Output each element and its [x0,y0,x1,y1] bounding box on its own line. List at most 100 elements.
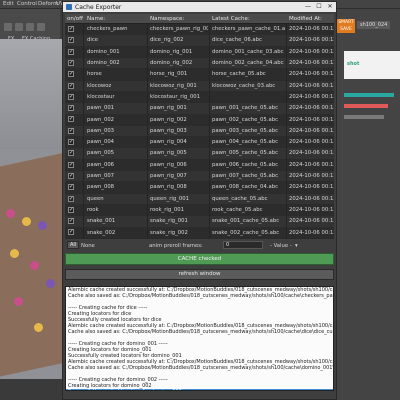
row-modified-at: 2024-10-06 00:12:46 [289,37,334,44]
row-namespace: pawn_rig_005 [150,150,187,157]
menu-control[interactable]: Control [17,1,37,7]
row-checkbox[interactable]: ✓ [68,161,74,168]
row-name: pawn_005 [87,150,115,157]
table-row[interactable]: ✓ klocowoz klocowoz_rig_001 klocowoz_cache_… [65,80,334,91]
row-namespace: horse_rig_001 [150,71,188,78]
row-namespace: pawn_rig_006 [150,161,187,168]
column-header-onoff[interactable]: on/off [67,16,83,22]
row-checkbox[interactable]: ✓ [68,26,74,32]
menu-edit[interactable]: Edit [3,1,14,7]
anim-preroll-input[interactable]: 0 [223,241,263,249]
row-namespace: dice_rig_002 [150,37,184,44]
row-namespace: queen_rig_001 [150,195,190,202]
row-latest-cache: queen_cache_05.abc [212,195,268,202]
window-titlebar[interactable]: Cache Exporter — ☐ ✕ [63,2,336,12]
row-checkbox[interactable]: ✓ [68,150,74,157]
column-header-latest-cache[interactable]: Latest Cache: [212,16,250,22]
table-row[interactable]: ✓ horse horse_rig_001 horse_cache_05.abc 202… [65,69,334,80]
row-checkbox[interactable]: ✓ [68,218,74,225]
row-name: domino_001 [87,48,120,55]
row-checkbox[interactable]: ✓ [68,37,74,44]
refresh-window-button[interactable]: refresh window [65,269,334,280]
row-name: klocostaur [87,93,115,100]
cache-checked-button[interactable]: CACHE checked [65,253,334,265]
row-checkbox[interactable]: ✓ [68,48,74,55]
row-modified-at: 2024-10-06 00:13:04 [289,116,334,123]
row-name: rook [87,206,99,213]
row-checkbox[interactable]: ✓ [68,139,74,145]
row-modified-at: 2024-10-06 00:13:18 [289,206,334,213]
row-namespace: klocowoz_rig_001 [150,82,197,89]
output-log[interactable]: Alembic cache created successfully at: C… [65,286,334,391]
row-checkbox[interactable]: ✓ [68,172,74,179]
table-row[interactable]: ✓ snake_002 snake_rig_002 snake_002_cache_0… [65,227,334,238]
board-tile [6,209,15,218]
row-name: pawn_003 [87,127,115,134]
row-name: horse [87,71,102,78]
shelf-tool-icon[interactable] [26,23,34,31]
table-row[interactable]: ✓ pawn_002 pawn_rig_002 pawn_002_cache_05.a… [65,114,334,125]
row-modified-at: 2024-10-06 00:12:49 [289,60,334,67]
column-divider [209,24,210,239]
maya-app-icon [66,4,72,10]
table-header: on/off Name: Namespace: Latest Cache: Mo… [65,14,334,24]
select-none-button[interactable]: None [81,243,95,249]
table-row[interactable]: ✓ checkers_pawn checkers_pawn_rig_001 check… [65,24,334,35]
chevron-down-icon[interactable]: ▾ [295,243,298,249]
row-modified-at: 2024-10-06 00:12:59 [289,71,334,78]
board-tile [34,323,43,332]
row-latest-cache: pawn_008_cache_04.abc [212,184,278,191]
row-name: pawn_007 [87,173,115,180]
row-checkbox[interactable]: ✓ [68,59,74,66]
row-latest-cache: pawn_001_cache_05.abc [212,105,278,112]
board-tile [14,297,23,306]
select-all-button[interactable]: All [67,241,80,249]
table-row[interactable]: ✓ pawn_007 pawn_rig_007 pawn_007_cache_05.a… [65,170,334,182]
row-checkbox[interactable]: ✓ [68,229,74,236]
shelf-tool-icon[interactable] [15,23,23,31]
table-row[interactable]: ✓ klocostaur klocostaur_rig_001 2024-10-06 … [65,91,334,103]
scene-viewport[interactable] [0,39,62,400]
shot-tab[interactable]: sh100_024 [357,21,391,29]
table-row[interactable]: ✓ pawn_005 pawn_rig_005 pawn_005_cache_05.a… [65,148,334,159]
column-header-namespace[interactable]: Namespace: [150,16,184,22]
row-checkbox[interactable]: ✓ [68,93,74,100]
board-tile [30,261,39,270]
row-name: queen [87,195,104,202]
close-icon[interactable]: ✕ [325,3,335,11]
row-checkbox[interactable]: ✓ [68,71,74,78]
row-checkbox[interactable]: ✓ [68,116,74,123]
table-row[interactable]: ✓ queen queen_rig_001 queen_cache_05.abc 202… [65,193,334,204]
row-checkbox[interactable]: ✓ [68,206,74,213]
table-row[interactable]: ✓ pawn_004 pawn_rig_004 pawn_004_cache_05.a… [65,137,334,148]
row-checkbox[interactable]: ✓ [68,184,74,191]
row-checkbox[interactable]: ✓ [68,195,74,202]
column-header-modified-at[interactable]: Modified At: [289,16,322,22]
row-checkbox[interactable]: ✓ [68,127,74,134]
value-dropdown[interactable]: - Value - [270,243,292,249]
maximize-icon[interactable]: ☐ [314,3,324,11]
row-modified-at: 2024-10-06 00:13:01 [289,93,334,100]
row-checkbox[interactable]: ✓ [68,82,74,89]
table-row[interactable]: ✓ pawn_003 pawn_rig_003 pawn_003_cache_05.a… [65,125,334,137]
row-name: snake_001 [87,218,116,225]
shelf-tool-icon[interactable] [37,23,45,31]
smart-save-badge[interactable]: SMART SAVE [337,19,355,33]
table-row[interactable]: ✓ domino_002 domino_rig_002 domino_002_cach… [65,57,334,69]
table-row[interactable]: ✓ pawn_008 pawn_rig_008 pawn_008_cache_04.a… [65,182,334,193]
row-modified-at: 2024-10-06 00:13:17 [289,195,334,202]
column-divider [286,24,287,239]
table-row[interactable]: ✓ dice dice_rig_002 dice_cache_06.abc 2024-1… [65,35,334,46]
viewport-background [0,39,62,149]
table-row[interactable]: ✓ pawn_001 pawn_rig_001 pawn_001_cache_05.a… [65,103,334,114]
column-header-name[interactable]: Name: [87,16,105,22]
row-checkbox[interactable]: ✓ [68,105,74,112]
table-row[interactable]: ✓ pawn_006 pawn_rig_006 pawn_006_cache_05.a… [65,159,334,171]
table-row[interactable]: ✓ domino_001 domino_rig_001 domino_001_cach… [65,46,334,58]
row-latest-cache: pawn_004_cache_05.abc [212,139,278,146]
table-row[interactable]: ✓ snake_001 snake_rig_001 snake_001_cache_0… [65,216,334,227]
minimize-icon[interactable]: — [303,3,313,11]
row-modified-at: 2024-10-06 00:12:04:55 [289,26,334,33]
shelf-tool-icon[interactable] [4,23,12,31]
table-row[interactable]: ✓ rook rook_rig_001 rook_cache_05.abc 2024-1… [65,204,334,216]
